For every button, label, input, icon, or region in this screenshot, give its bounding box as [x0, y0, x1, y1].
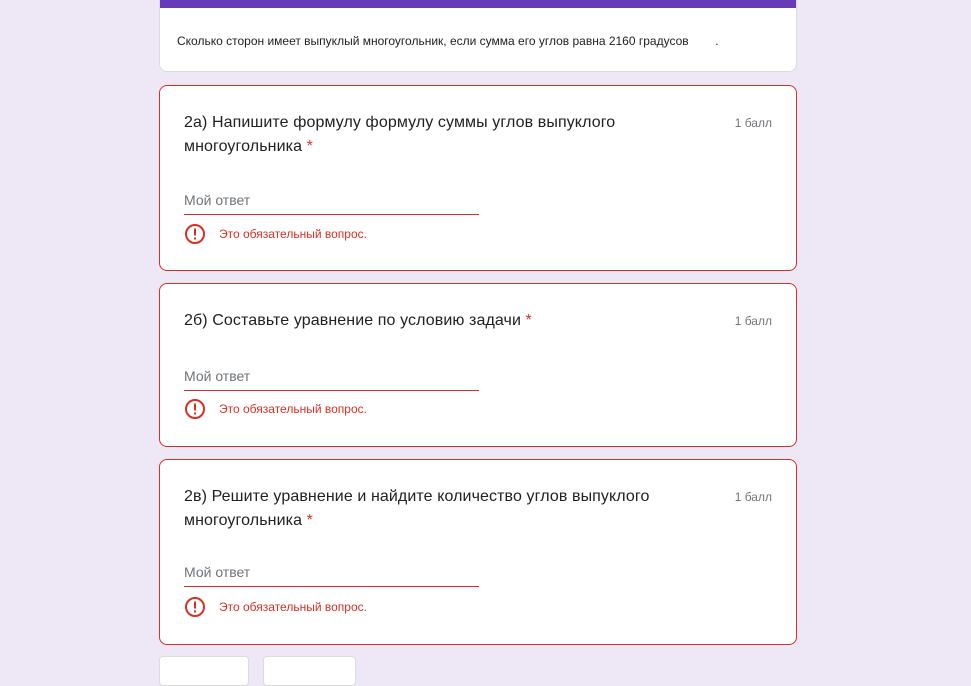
answer-input[interactable]	[184, 188, 479, 212]
answer-input[interactable]	[184, 560, 479, 584]
required-asterisk: *	[525, 312, 532, 329]
answer-field	[184, 188, 479, 215]
error-circle-icon	[185, 399, 205, 419]
question-title-text: 2а) Напишите формулу формулу суммы углов…	[184, 114, 616, 155]
back-button[interactable]	[159, 656, 249, 686]
required-asterisk: *	[306, 138, 313, 155]
points-label: 1 балл	[734, 116, 772, 130]
header-accent-bar	[160, 0, 796, 8]
question-title: 2в) Решите уравнение и найдите количеств…	[184, 485, 664, 533]
error-message: Это обязательный вопрос.	[219, 600, 367, 614]
next-button[interactable]	[263, 656, 356, 686]
form-header-card: Сколько сторон имеет выпуклый многоуголь…	[159, 0, 797, 72]
answer-field	[184, 364, 479, 391]
required-asterisk: *	[306, 512, 313, 529]
question-title: 2а) Напишите формулу формулу суммы углов…	[184, 111, 664, 159]
form-description: Сколько сторон имеет выпуклый многоуголь…	[177, 34, 719, 48]
question-card-2b: 2б) Составьте уравнение по условию задач…	[159, 283, 797, 447]
question-card-2a: 2а) Напишите формулу формулу суммы углов…	[159, 85, 797, 271]
validation-error: Это обязательный вопрос.	[184, 398, 367, 420]
question-card-2v: 2в) Решите уравнение и найдите количеств…	[159, 459, 797, 645]
answer-field	[184, 560, 479, 587]
error-message: Это обязательный вопрос.	[219, 402, 367, 416]
question-title-text: 2б) Составьте уравнение по условию задач…	[184, 312, 521, 329]
error-circle-icon	[185, 224, 205, 244]
error-message: Это обязательный вопрос.	[219, 227, 367, 241]
points-label: 1 балл	[734, 490, 772, 504]
validation-error: Это обязательный вопрос.	[184, 223, 367, 245]
question-title: 2б) Составьте уравнение по условию задач…	[184, 309, 664, 333]
question-title-text: 2в) Решите уравнение и найдите количеств…	[184, 488, 650, 529]
error-circle-icon	[185, 597, 205, 617]
validation-error: Это обязательный вопрос.	[184, 596, 367, 618]
answer-input[interactable]	[184, 364, 479, 388]
points-label: 1 балл	[734, 314, 772, 328]
